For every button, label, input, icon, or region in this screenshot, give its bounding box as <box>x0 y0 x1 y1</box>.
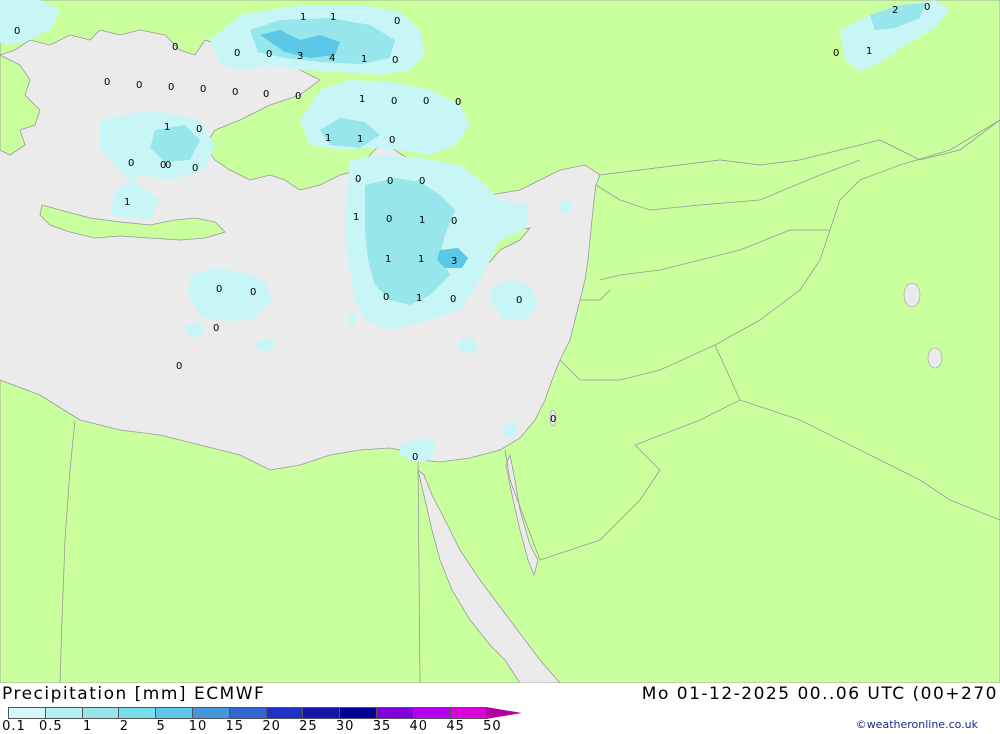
map-footer: Precipitation [mm] ECMWF Mo 01-12-2025 0… <box>0 683 1000 734</box>
precip-value: 0 <box>232 87 238 98</box>
precip-value: 0 <box>412 452 418 463</box>
precip-value: 0 <box>200 84 206 95</box>
legend-swatch <box>449 707 487 719</box>
legend-swatch <box>339 707 376 719</box>
legend-swatch <box>118 707 156 719</box>
lake-iraq-2 <box>927 347 943 369</box>
precip-value: 0 <box>136 80 142 91</box>
precip-value: 0 <box>423 96 429 107</box>
rain-spot-5 <box>559 200 571 214</box>
legend-swatch <box>228 707 266 719</box>
precip-value: 0 <box>263 89 269 100</box>
precip-value: 0 <box>419 176 425 187</box>
map-title: Precipitation [mm] ECMWF <box>2 684 266 704</box>
legend-tick-labels: 0.1 0.5 1 2 5 10 15 20 25 30 35 40 45 50 <box>0 719 530 734</box>
precip-value: 1 <box>419 215 425 226</box>
legend-arrow <box>486 707 523 719</box>
precip-value: 0 <box>250 287 256 298</box>
precip-value: 0 <box>234 48 240 59</box>
legend-tick: 30 <box>335 719 355 734</box>
forecast-timestamp: Mo 01-12-2025 00..06 UTC (00+270 <box>641 684 998 704</box>
precip-value: 3 <box>451 256 457 267</box>
legend-tick: 0.5 <box>38 719 63 734</box>
precipitation-map: 0 1 1 0 0 0 3 4 1 0 0 0 0 0 0 0 0 0 0 1 … <box>0 0 1000 683</box>
precipitation-legend <box>8 707 523 719</box>
legend-swatch <box>412 707 450 719</box>
precip-value: 0 <box>266 49 272 60</box>
legend-tick: 2 <box>119 719 130 734</box>
precip-value: 0 <box>216 284 222 295</box>
legend-tick: 25 <box>299 719 318 734</box>
precip-value: 1 <box>385 254 391 265</box>
precip-value: 1 <box>416 293 422 304</box>
precip-value: 0 <box>355 174 361 185</box>
precip-value: 0 <box>128 158 134 169</box>
legend-tick: 40 <box>409 719 429 734</box>
precip-value: 0 <box>450 294 456 305</box>
precip-value: 0 <box>389 135 395 146</box>
rain-spot-6 <box>502 423 518 437</box>
precip-value: 0 <box>924 2 930 13</box>
lake-iraq <box>903 282 921 308</box>
rain-spot-1 <box>458 337 478 353</box>
precip-value: 0 <box>168 82 174 93</box>
precip-value: 0 <box>392 55 398 66</box>
legend-tick: 10 <box>188 719 208 734</box>
precip-value: 0 <box>104 77 110 88</box>
legend-tick: 50 <box>483 719 502 734</box>
precip-value: 2 <box>892 5 898 16</box>
precip-value: 0 <box>516 295 522 306</box>
precip-value: 1 <box>164 122 170 133</box>
precip-value: 1 <box>300 12 306 23</box>
precip-value: 0 <box>213 323 219 334</box>
precip-value: 0 <box>394 16 400 27</box>
legend-swatch <box>155 707 192 719</box>
legend-tick: 1 <box>82 719 93 734</box>
precip-value: 1 <box>353 212 359 223</box>
legend-tick: 20 <box>262 719 281 734</box>
weatheronline-credit: ©weatheronline.co.uk <box>855 718 978 731</box>
precip-value: 0 <box>165 160 171 171</box>
precip-value: 0 <box>451 216 457 227</box>
legend-swatch <box>8 707 45 719</box>
legend-tick: 45 <box>446 719 465 734</box>
legend-swatch <box>44 707 82 719</box>
precip-value: 4 <box>329 53 335 64</box>
precip-value: 0 <box>172 42 178 53</box>
precip-value: 0 <box>192 163 198 174</box>
precip-value: 1 <box>359 94 365 105</box>
precip-value: 0 <box>295 91 301 102</box>
legend-tick: 0.1 <box>2 719 26 734</box>
precip-value: 1 <box>325 133 331 144</box>
precip-value: 0 <box>391 96 397 107</box>
precip-value: 1 <box>357 134 363 145</box>
precip-value: 1 <box>124 197 130 208</box>
legend-swatch <box>265 707 303 719</box>
precip-value: 0 <box>386 214 392 225</box>
precip-value: 0 <box>833 48 839 59</box>
precip-value: 3 <box>297 51 303 62</box>
rain-spot-4 <box>346 314 358 326</box>
rain-spot-3 <box>185 323 205 337</box>
precip-value: 0 <box>14 26 20 37</box>
precip-value: 0 <box>455 97 461 108</box>
legend-swatch <box>81 707 119 719</box>
precip-value: 0 <box>196 124 202 135</box>
legend-tick: 5 <box>156 719 166 734</box>
legend-tick: 35 <box>372 719 392 734</box>
precip-value: 0 <box>387 176 393 187</box>
legend-swatch <box>375 707 413 719</box>
precip-value: 0 <box>383 292 389 303</box>
rain-spot-2 <box>255 339 275 351</box>
precip-value: 0 <box>176 361 182 372</box>
precip-value: 1 <box>418 254 424 265</box>
precip-value: 1 <box>866 46 872 57</box>
legend-swatch <box>191 707 229 719</box>
legend-swatch <box>302 707 340 719</box>
precip-value: 0 <box>550 414 556 425</box>
legend-tick: 15 <box>225 719 245 734</box>
precip-value: 1 <box>361 54 367 65</box>
precip-value: 1 <box>330 12 336 23</box>
